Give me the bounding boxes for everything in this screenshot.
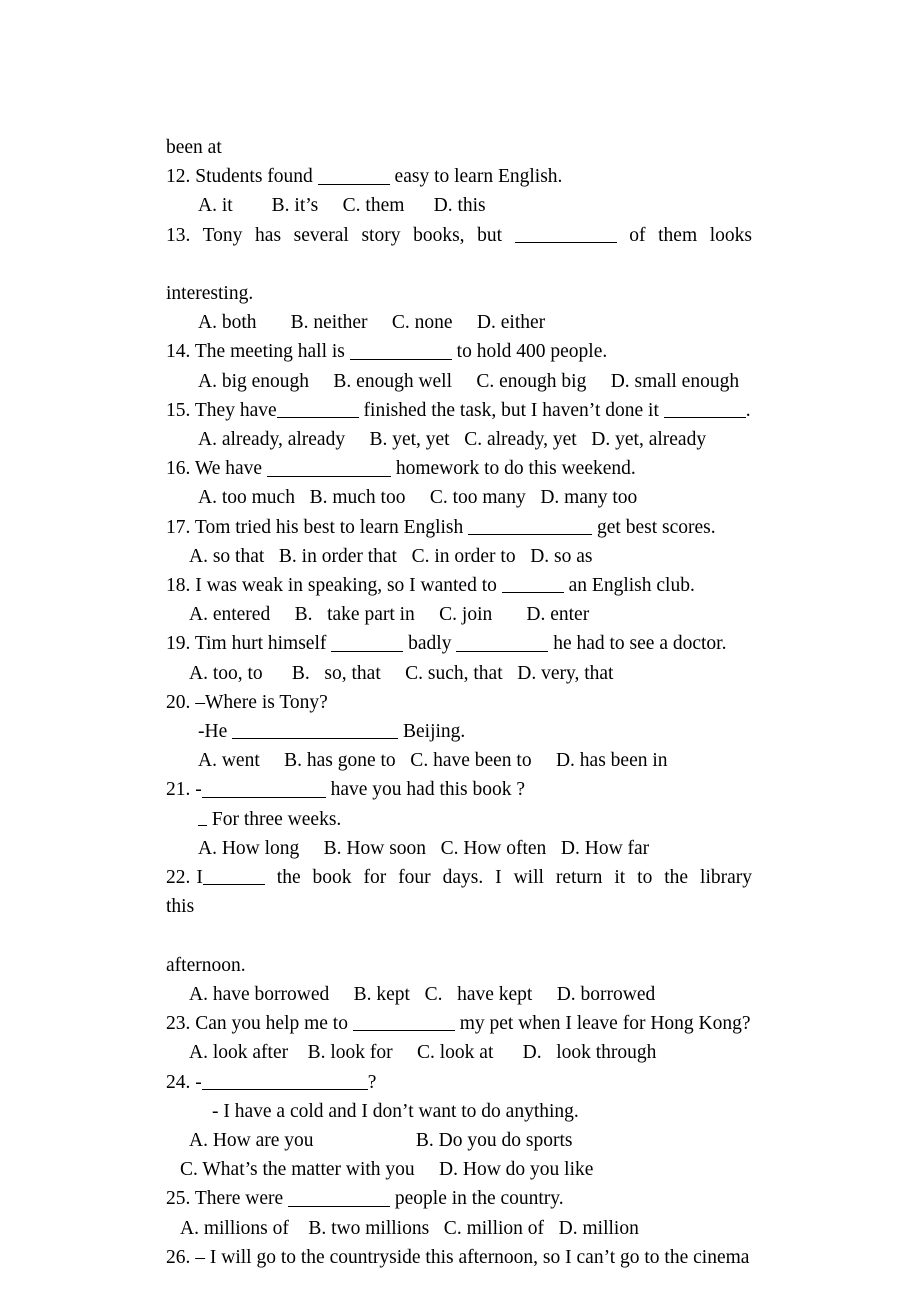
question-22-stem-continuation: afternoon.: [166, 954, 246, 976]
question-18-stem-after: an English club.: [563, 575, 695, 597]
question-23-stem: 23. Can you help me to my pet when I lea…: [166, 1009, 752, 1038]
question-13-blank: [514, 223, 617, 243]
question-19-options: A. too, to B. so, that C. such, that D. …: [189, 662, 614, 684]
question-20-answer-after: Beijing.: [398, 721, 466, 743]
question-24-stem: 24. -?: [166, 1068, 752, 1097]
question-15-stem: 15. They have finished the task, but I h…: [166, 396, 752, 425]
question-20-answer-before: -He: [198, 721, 233, 743]
question-12-blank: [317, 165, 390, 185]
question-26-stem: 26. – I will go to the countryside this …: [166, 1246, 750, 1268]
question-21-answer-after: For three weeks.: [207, 808, 342, 830]
question-13-stem-before: 13. Tony has several story books, but: [166, 224, 515, 246]
question-21-stem-before: 21. -: [166, 779, 202, 801]
question-15-stem-before: 15. They have: [166, 399, 277, 421]
question-14-stem: 14. The meeting hall is to hold 400 peop…: [166, 337, 752, 366]
question-20-answer: -He Beijing.: [166, 717, 752, 746]
question-20-blank: [232, 720, 399, 740]
question-17-options: A. so that B. in order that C. in order …: [189, 545, 593, 567]
question-16-options: A. too much B. much too C. too many D. m…: [198, 487, 638, 509]
question-24-blank: [201, 1070, 368, 1090]
question-15-stem-after: .: [745, 399, 751, 421]
question-17-stem-before: 17. Tom tried his best to learn English: [166, 516, 469, 538]
question-18-stem: 18. I was weak in speaking, so I wanted …: [166, 571, 752, 600]
question-17-stem-after: get best scores.: [592, 516, 716, 538]
carryover-line: been at: [166, 137, 222, 158]
question-16-stem: 16. We have homework to do this weekend.: [166, 454, 752, 483]
question-19-stem: 19. Tim hurt himself badly he had to see…: [166, 629, 752, 658]
question-21-dash-mark: [198, 814, 207, 826]
question-22-blank: [202, 866, 265, 886]
question-19-stem-before: 19. Tim hurt himself: [166, 633, 332, 655]
question-13-stem-continuation: interesting.: [166, 283, 254, 305]
question-17-stem: 17. Tom tried his best to learn English …: [166, 513, 752, 542]
question-19-stem-after: he had to see a doctor.: [548, 633, 727, 655]
question-21-answer: For three weeks.: [166, 805, 752, 834]
question-15-blank-2: [663, 399, 746, 419]
document-body: been at 12. Students found easy to learn…: [166, 133, 752, 1272]
question-20-options: A. went B. has gone to C. have been to D…: [198, 750, 668, 772]
question-25-options: A. millions of B. two millions C. millio…: [180, 1217, 639, 1239]
question-24-stem-after: ?: [367, 1071, 377, 1093]
question-19-stem-middle: badly: [403, 633, 457, 655]
question-23-stem-before: 23. Can you help me to: [166, 1013, 353, 1035]
question-24-stem-before: 24. -: [166, 1071, 202, 1093]
question-21-stem-after: have you had this book ?: [325, 779, 526, 801]
question-19-blank-2: [456, 632, 549, 652]
question-14-options: A. big enough B. enough well C. enough b…: [198, 370, 740, 392]
question-21-options: A. How long B. How soon C. How often D. …: [198, 837, 650, 859]
question-12-stem-after: easy to learn English.: [389, 166, 563, 188]
question-12-stem-before: 12. Students found: [166, 166, 318, 188]
question-21-stem: 21. - have you had this book ?: [166, 775, 752, 804]
question-13-options: A. both B. neither C. none D. either: [198, 312, 546, 334]
question-16-blank: [266, 457, 391, 477]
question-24-options-line-1: A. How are you B. Do you do sports: [189, 1129, 573, 1151]
question-13-stem-after: of them looks: [616, 224, 752, 246]
question-23-blank: [352, 1012, 455, 1032]
question-14-stem-after: to hold 400 people.: [451, 341, 608, 363]
question-15-blank-1: [276, 399, 359, 419]
question-25-stem-after: people in the country.: [390, 1188, 564, 1210]
question-15-stem-middle: finished the task, but I haven’t done it: [358, 399, 664, 421]
question-20-stem: 20. –Where is Tony?: [166, 691, 328, 713]
document-page: been at 12. Students found easy to learn…: [0, 0, 920, 1309]
question-22-stem: 22. I the book for four days. I will ret…: [166, 863, 752, 951]
question-13-stem: 13. Tony has several story books, but of…: [166, 221, 752, 279]
question-24-answer: - I have a cold and I don’t want to do a…: [212, 1100, 579, 1122]
question-18-options: A. entered B. take part in C. join D. en…: [189, 604, 590, 626]
question-25-stem-before: 25. There were: [166, 1188, 288, 1210]
question-21-blank: [201, 778, 326, 798]
question-22-stem-before: 22. I: [166, 867, 203, 889]
question-24-options-line-2: C. What’s the matter with you D. How do …: [180, 1159, 594, 1181]
question-18-stem-before: 18. I was weak in speaking, so I wanted …: [166, 575, 502, 597]
question-19-blank-1: [331, 632, 404, 652]
question-14-blank: [349, 340, 452, 360]
question-16-stem-before: 16. We have: [166, 458, 267, 480]
question-22-options: A. have borrowed B. kept C. have kept D.…: [189, 983, 656, 1005]
question-12-stem: 12. Students found easy to learn English…: [166, 162, 752, 191]
question-23-options: A. look after B. look for C. look at D. …: [189, 1042, 657, 1064]
question-23-stem-after: my pet when I leave for Hong Kong?: [454, 1013, 751, 1035]
question-25-blank: [288, 1187, 390, 1207]
question-16-stem-after: homework to do this weekend.: [390, 458, 636, 480]
question-18-blank: [501, 574, 564, 594]
question-14-stem-before: 14. The meeting hall is: [166, 341, 350, 363]
question-25-stem: 25. There were people in the country.: [166, 1184, 752, 1213]
question-12-options: A. it B. it’s C. them D. this: [198, 195, 486, 217]
question-15-options: A. already, already B. yet, yet C. alrea…: [198, 429, 707, 451]
question-17-blank: [468, 515, 593, 535]
